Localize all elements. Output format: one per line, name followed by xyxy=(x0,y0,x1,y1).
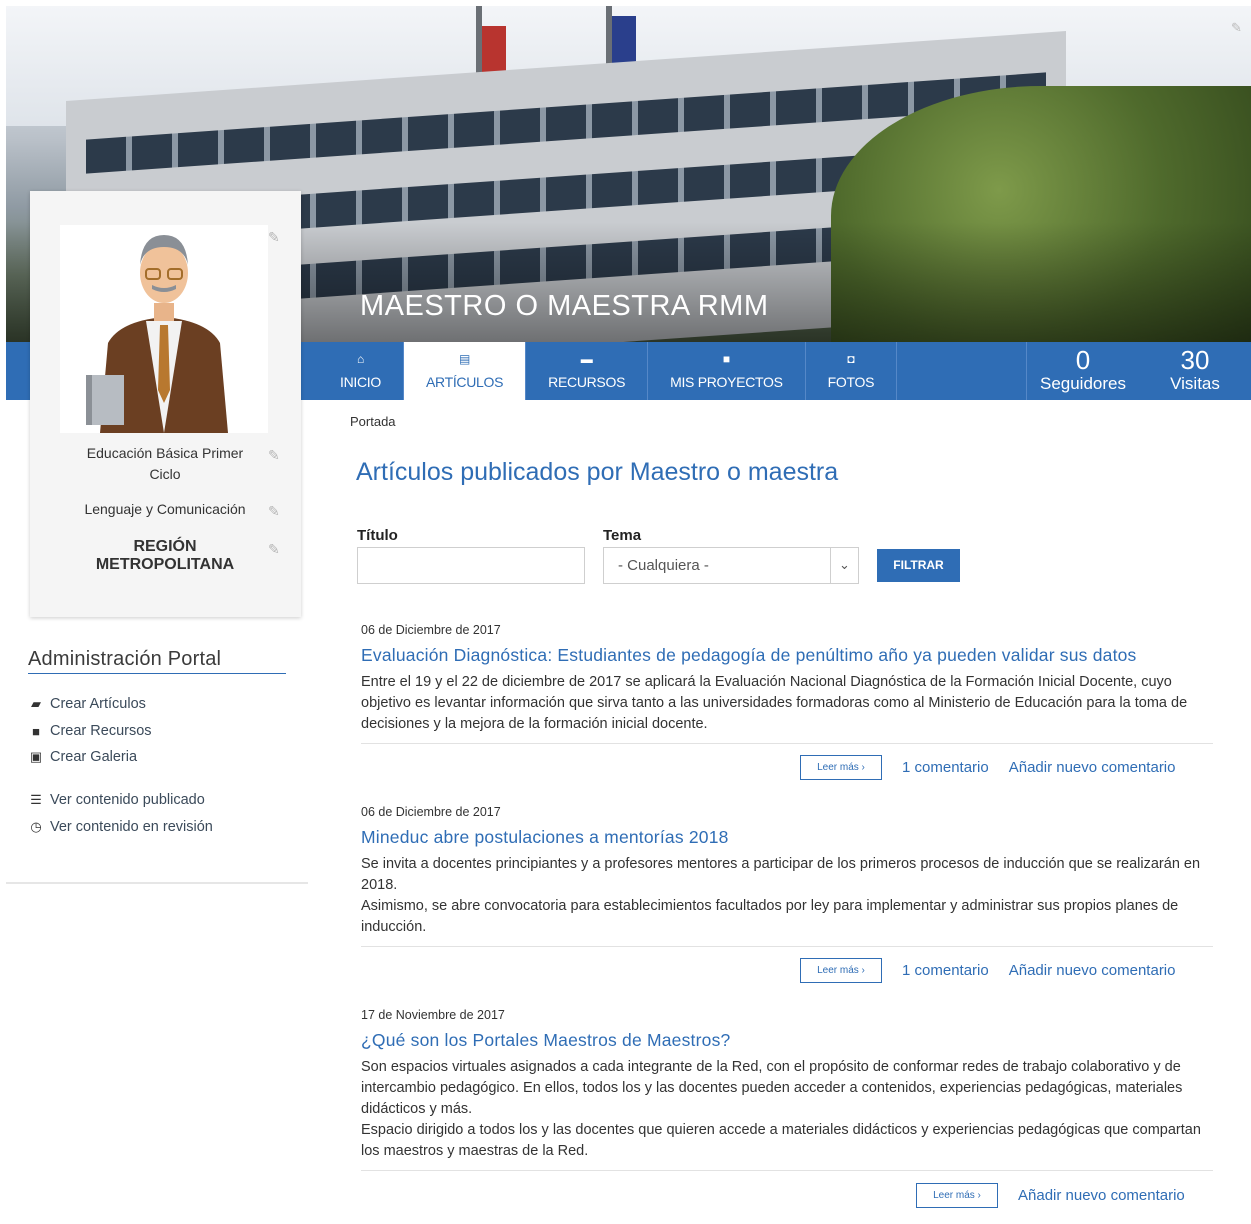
article-actions: Leer más › 1 comentario Añadir nuevo com… xyxy=(800,958,1195,983)
education-level: Educación Básica Primer Ciclo xyxy=(86,445,244,482)
article-date: 06 de Diciembre de 2017 xyxy=(361,623,501,637)
tab-label: MIS PROYECTOS xyxy=(670,374,783,390)
article-summary: Espacio dirigido a todos los y las docen… xyxy=(361,1122,1201,1159)
visits-label: Visitas xyxy=(1170,374,1220,393)
edit-avatar-icon[interactable]: ✎ xyxy=(268,229,280,246)
link-label: Crear Recursos xyxy=(50,723,152,739)
topic-filter-label: Tema xyxy=(603,527,642,544)
followers-stat[interactable]: 0 Seguidores xyxy=(1027,342,1139,400)
tab-label: FOTOS xyxy=(827,374,875,390)
divider xyxy=(361,743,1213,744)
tab-articulos[interactable]: ▤ ARTÍCULOS xyxy=(403,342,527,400)
read-more-button[interactable]: Leer más › xyxy=(916,1183,998,1208)
tab-label: RECURSOS xyxy=(548,374,626,390)
add-comment-link[interactable]: Añadir nuevo comentario xyxy=(1009,759,1176,776)
read-more-button[interactable]: Leer más › xyxy=(800,755,882,780)
article-icon: ▤ xyxy=(459,352,471,366)
region: REGIÓN METROPOLITANA xyxy=(95,538,235,573)
comments-link[interactable]: 1 comentario xyxy=(902,962,989,979)
followers-label: Seguidores xyxy=(1039,374,1126,393)
article-actions: Leer más › Añadir nuevo comentario xyxy=(916,1183,1205,1208)
tab-fotos[interactable]: ◘ FOTOS xyxy=(806,342,898,400)
admin-title: Administración Portal xyxy=(28,648,286,674)
topic-selected-value: - Cualquiera - xyxy=(618,557,709,574)
chevron-down-icon: ⌄ xyxy=(830,548,858,583)
title-filter-input[interactable] xyxy=(357,547,585,584)
profile-card: ✎ Educación Básica Primer Ciclo ✎ Lengua… xyxy=(30,191,301,617)
create-gallery-link[interactable]: ▣ Crear Galeria xyxy=(28,749,137,765)
article-item: 06 de Diciembre de 2017 Evaluación Diagn… xyxy=(361,623,1213,735)
add-comment-link[interactable]: Añadir nuevo comentario xyxy=(1018,1187,1185,1204)
list-icon: ☰ xyxy=(30,792,42,807)
create-articles-link[interactable]: ▰ Crear Artículos xyxy=(28,696,146,712)
image-icon: ▣ xyxy=(29,749,43,764)
tab-mis-proyectos[interactable]: ■ MIS PROYECTOS xyxy=(648,342,806,400)
article-item: 06 de Diciembre de 2017 Mineduc abre pos… xyxy=(361,805,1213,938)
edit-level-icon[interactable]: ✎ xyxy=(268,447,280,464)
article-summary: Entre el 19 y el 22 de diciembre de 2017… xyxy=(361,674,1188,732)
divider xyxy=(361,946,1213,947)
comments-link[interactable]: 1 comentario xyxy=(902,759,989,776)
portal-title: MAESTRO O MAESTRA RMM xyxy=(360,290,769,322)
tab-inicio[interactable]: ⌂ INICIO xyxy=(320,342,404,400)
topic-select[interactable]: - Cualquiera - ⌄ xyxy=(603,547,859,584)
article-title[interactable]: Evaluación Diagnóstica: Estudiantes de p… xyxy=(361,645,1213,666)
article-item: 17 de Noviembre de 2017 ¿Qué son los Por… xyxy=(361,1008,1213,1162)
briefcase-icon: ▬ xyxy=(580,352,593,366)
camera-icon: ◘ xyxy=(847,352,855,366)
article-summary: Se invita a docentes principiantes y a p… xyxy=(361,856,1201,893)
tab-label: INICIO xyxy=(340,374,381,390)
filter-button[interactable]: FILTRAR xyxy=(877,549,960,582)
edit-region-icon[interactable]: ✎ xyxy=(268,541,280,558)
visits-stat: 30 Visitas xyxy=(1139,342,1251,400)
folder-icon: ■ xyxy=(722,352,730,366)
create-resources-link[interactable]: ■ Crear Recursos xyxy=(28,723,152,739)
breadcrumb[interactable]: Portada xyxy=(350,414,396,429)
link-label: Ver contenido en revisión xyxy=(50,819,213,835)
nav-tabs: ⌂ INICIO ▤ ARTÍCULOS ▬ RECURSOS ■ MIS PR… xyxy=(320,342,898,400)
link-label: Ver contenido publicado xyxy=(50,792,205,808)
avatar xyxy=(60,225,268,433)
home-icon: ⌂ xyxy=(357,352,364,366)
book-icon: ▰ xyxy=(31,696,41,711)
read-more-button[interactable]: Leer más › xyxy=(800,958,882,983)
article-summary: Asimismo, se abre convocatoria para esta… xyxy=(361,898,1179,935)
article-title[interactable]: Mineduc abre postulaciones a mentorías 2… xyxy=(361,827,1213,848)
review-content-link[interactable]: ◷ Ver contenido en revisión xyxy=(28,819,213,835)
article-date: 06 de Diciembre de 2017 xyxy=(361,805,501,819)
article-summary: Son espacios virtuales asignados a cada … xyxy=(361,1059,1183,1117)
article-date: 17 de Noviembre de 2017 xyxy=(361,1008,505,1022)
title-filter-label: Título xyxy=(357,527,398,544)
link-label: Crear Galeria xyxy=(50,749,138,765)
portal-stats: 0 Seguidores 30 Visitas xyxy=(1026,342,1251,400)
subject: Lenguaje y Comunicación xyxy=(84,501,246,517)
tab-recursos[interactable]: ▬ RECURSOS xyxy=(526,342,649,400)
edit-banner-icon[interactable]: ✎ xyxy=(1231,20,1245,35)
edit-subject-icon[interactable]: ✎ xyxy=(268,503,280,520)
tab-label: ARTÍCULOS xyxy=(425,374,504,390)
visits-count: 30 xyxy=(1180,345,1210,375)
published-content-link[interactable]: ☰ Ver contenido publicado xyxy=(28,792,205,808)
link-label: Crear Artículos xyxy=(50,696,146,712)
page-title: Artículos publicados por Maestro o maest… xyxy=(356,458,839,486)
clock-icon: ◷ xyxy=(30,819,42,834)
followers-count: 0 xyxy=(1075,345,1091,375)
resource-icon: ■ xyxy=(32,723,40,739)
article-title[interactable]: ¿Qué son los Portales Maestros de Maestr… xyxy=(361,1030,1213,1051)
admin-panel: Administración Portal ▰ Crear Artículos … xyxy=(6,638,308,884)
article-actions: Leer más › 1 comentario Añadir nuevo com… xyxy=(800,755,1195,780)
divider xyxy=(361,1170,1213,1171)
add-comment-link[interactable]: Añadir nuevo comentario xyxy=(1009,962,1176,979)
